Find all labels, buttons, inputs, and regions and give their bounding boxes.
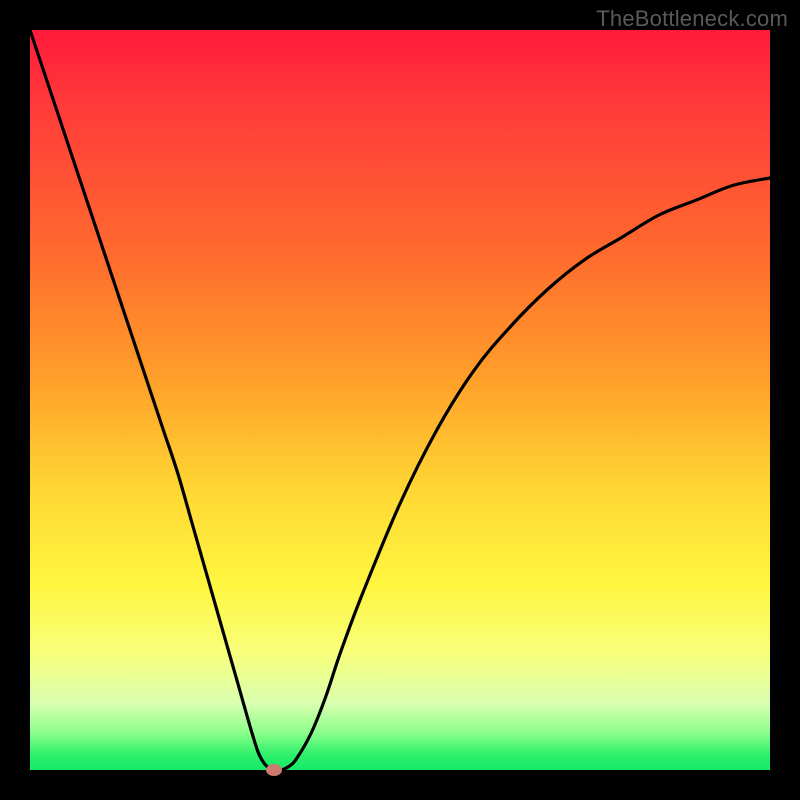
chart-frame: TheBottleneck.com	[0, 0, 800, 800]
plot-area	[30, 30, 770, 770]
optimal-point-marker	[266, 764, 282, 776]
bottleneck-curve	[30, 30, 770, 770]
watermark-text: TheBottleneck.com	[596, 6, 788, 32]
